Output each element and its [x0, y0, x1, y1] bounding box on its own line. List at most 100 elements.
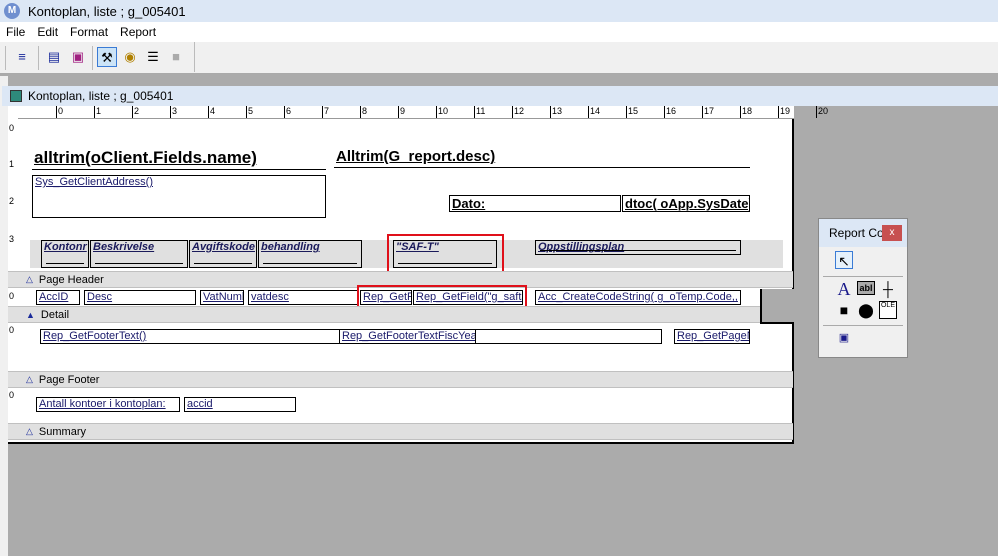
tab-order-icon[interactable]: ≡	[12, 47, 32, 67]
menu-file[interactable]: File	[0, 25, 31, 39]
column-header-oppstillingsplan[interactable]: Oppstillingsplan	[535, 240, 741, 255]
menubar: File Edit Format Report	[0, 22, 998, 42]
ruler-label: 1	[94, 106, 102, 118]
ruler-label: 20	[816, 106, 829, 118]
detail-field-accid[interactable]: AccID	[36, 290, 80, 305]
menu-report[interactable]: Report	[114, 25, 162, 39]
band-page-footer[interactable]: △ Page Footer	[8, 371, 793, 388]
band-label: Detail	[40, 308, 70, 321]
canvas-notch	[760, 289, 794, 324]
client-address-field[interactable]: Sys_GetClientAddress()	[32, 175, 326, 218]
collapse-triangle-icon: △	[26, 274, 33, 284]
ruler-label: 1	[9, 159, 15, 169]
page-icon[interactable]: ▣	[68, 47, 88, 67]
ruler-label: 5	[246, 106, 254, 118]
toolbar-separator	[92, 46, 93, 70]
collapse-triangle-icon: △	[26, 426, 33, 436]
report-desc-field[interactable]: Alltrim(G_report.desc)	[334, 148, 750, 168]
document-title: Kontoplan, liste ; g_005401	[28, 89, 174, 103]
ruler-label: 0	[9, 390, 15, 400]
menu-edit[interactable]: Edit	[31, 25, 64, 39]
ruler-label: 15	[626, 106, 639, 118]
ruler-label: 14	[588, 106, 601, 118]
align-icon[interactable]: ☰	[143, 47, 163, 67]
palette-color-icon[interactable]: ◉	[120, 47, 140, 67]
date-label[interactable]: Dato:	[449, 195, 621, 212]
report-controls-palette: Report Co x ↖ A abl ┼ ■ ⬤ OLE ▣	[818, 218, 908, 358]
ruler-label: 0	[9, 123, 15, 133]
design-tools-icon[interactable]: ⚒	[97, 47, 117, 67]
ruler-label: 12	[512, 106, 525, 118]
column-header-avgiftskode[interactable]: Avgiftskode	[189, 240, 257, 268]
ruler-label: 0	[9, 291, 15, 301]
ruler-label: 8	[360, 106, 368, 118]
band-label: Page Header	[38, 273, 104, 286]
toolbar-separator	[5, 46, 6, 70]
palette-separator	[823, 276, 903, 277]
ellipse-tool-icon[interactable]: ⬤	[857, 301, 875, 319]
toolbar-separator	[38, 46, 39, 70]
ruler-label: 17	[702, 106, 715, 118]
menu-format[interactable]: Format	[64, 25, 114, 39]
ruler-label: 19	[778, 106, 791, 118]
band-label: Page Footer	[38, 373, 100, 386]
band-label: Summary	[38, 425, 86, 438]
detail-field-vatnumb[interactable]: VatNumb	[200, 290, 244, 305]
column-header-kontonr[interactable]: Kontonr	[41, 240, 89, 268]
toolbar-separator	[194, 42, 195, 72]
date-value-field[interactable]: dtoc( oApp.SysDate)	[622, 195, 750, 212]
palette-separator	[823, 325, 903, 326]
ruler-label: 9	[398, 106, 406, 118]
highlight-box	[387, 234, 504, 276]
window-titlebar: M Kontoplan, liste ; g_005401	[0, 0, 998, 22]
collapse-triangle-icon: ▲	[26, 309, 35, 320]
column-header-behandling[interactable]: behandling	[258, 240, 362, 268]
ruler-label: 18	[740, 106, 753, 118]
detail-field-desc[interactable]: Desc	[84, 290, 196, 305]
ruler-label: 13	[550, 106, 563, 118]
ruler-label: 10	[436, 106, 449, 118]
detail-field-vatdesc[interactable]: vatdesc	[248, 290, 358, 305]
field-tool-icon[interactable]: abl	[857, 281, 875, 295]
pointer-icon[interactable]: ↖	[835, 251, 853, 269]
summary-label[interactable]: Antall kontoer i kontoplan:	[36, 397, 180, 412]
document-titlebar: Kontoplan, liste ; g_005401	[2, 86, 998, 106]
footer-field-blank[interactable]	[475, 329, 662, 344]
collapse-triangle-icon: △	[26, 374, 33, 384]
summary-field-accid[interactable]: accid	[184, 397, 296, 412]
column-header-beskrivelse[interactable]: Beskrivelse	[90, 240, 188, 268]
ruler-label: 2	[132, 106, 140, 118]
footer-field-fiscyear[interactable]: Rep_GetFooterTextFiscYea	[339, 329, 476, 344]
client-name-field[interactable]: alltrim(oClient.Fields.name)	[32, 148, 326, 170]
ruler-label: 16	[664, 106, 677, 118]
detail-field-acc-createcodestring[interactable]: Acc_CreateCodeString( g_oTemp.Code,,	[535, 290, 741, 305]
ruler-label: 11	[474, 106, 486, 118]
palette-title: Report Co	[829, 226, 884, 240]
horizontal-ruler: 0 1 2 3 4 5 6 7 8 9 10 11 12 13 14 15 16 17 18 19 20	[18, 106, 828, 119]
label-tool-icon[interactable]: A	[835, 280, 853, 298]
lock-icon[interactable]: ▣	[835, 329, 853, 347]
field-list-icon[interactable]: ▤	[44, 47, 64, 67]
ruler-label: 2	[9, 196, 15, 206]
ole-tool-icon[interactable]: OLE	[879, 301, 897, 319]
ruler-label: 0	[9, 325, 15, 335]
ruler-label: 4	[208, 106, 216, 118]
mdi-left-strip	[0, 76, 8, 556]
disabled-tool-icon: ■	[172, 49, 180, 64]
toolbar: ≡ ▤ ▣ ⚒ ◉ ☰ ■	[0, 42, 998, 74]
footer-field-text[interactable]: Rep_GetFooterText()	[40, 329, 340, 344]
ruler-label: 3	[9, 234, 15, 244]
ruler-label: 0	[56, 106, 64, 118]
window-title: Kontoplan, liste ; g_005401	[28, 3, 186, 19]
document-icon	[10, 90, 22, 102]
band-summary[interactable]: △ Summary	[8, 423, 793, 440]
app-logo-icon: M	[4, 3, 20, 19]
band-detail[interactable]: ▲ Detail	[8, 306, 760, 323]
close-icon[interactable]: x	[882, 225, 902, 241]
rectangle-tool-icon[interactable]: ■	[835, 301, 853, 319]
ruler-label: 6	[284, 106, 292, 118]
footer-field-pagenum[interactable]: Rep_GetPageN	[674, 329, 750, 344]
ruler-label: 7	[322, 106, 330, 118]
line-tool-icon[interactable]: ┼	[879, 280, 897, 298]
ruler-label: 3	[170, 106, 178, 118]
